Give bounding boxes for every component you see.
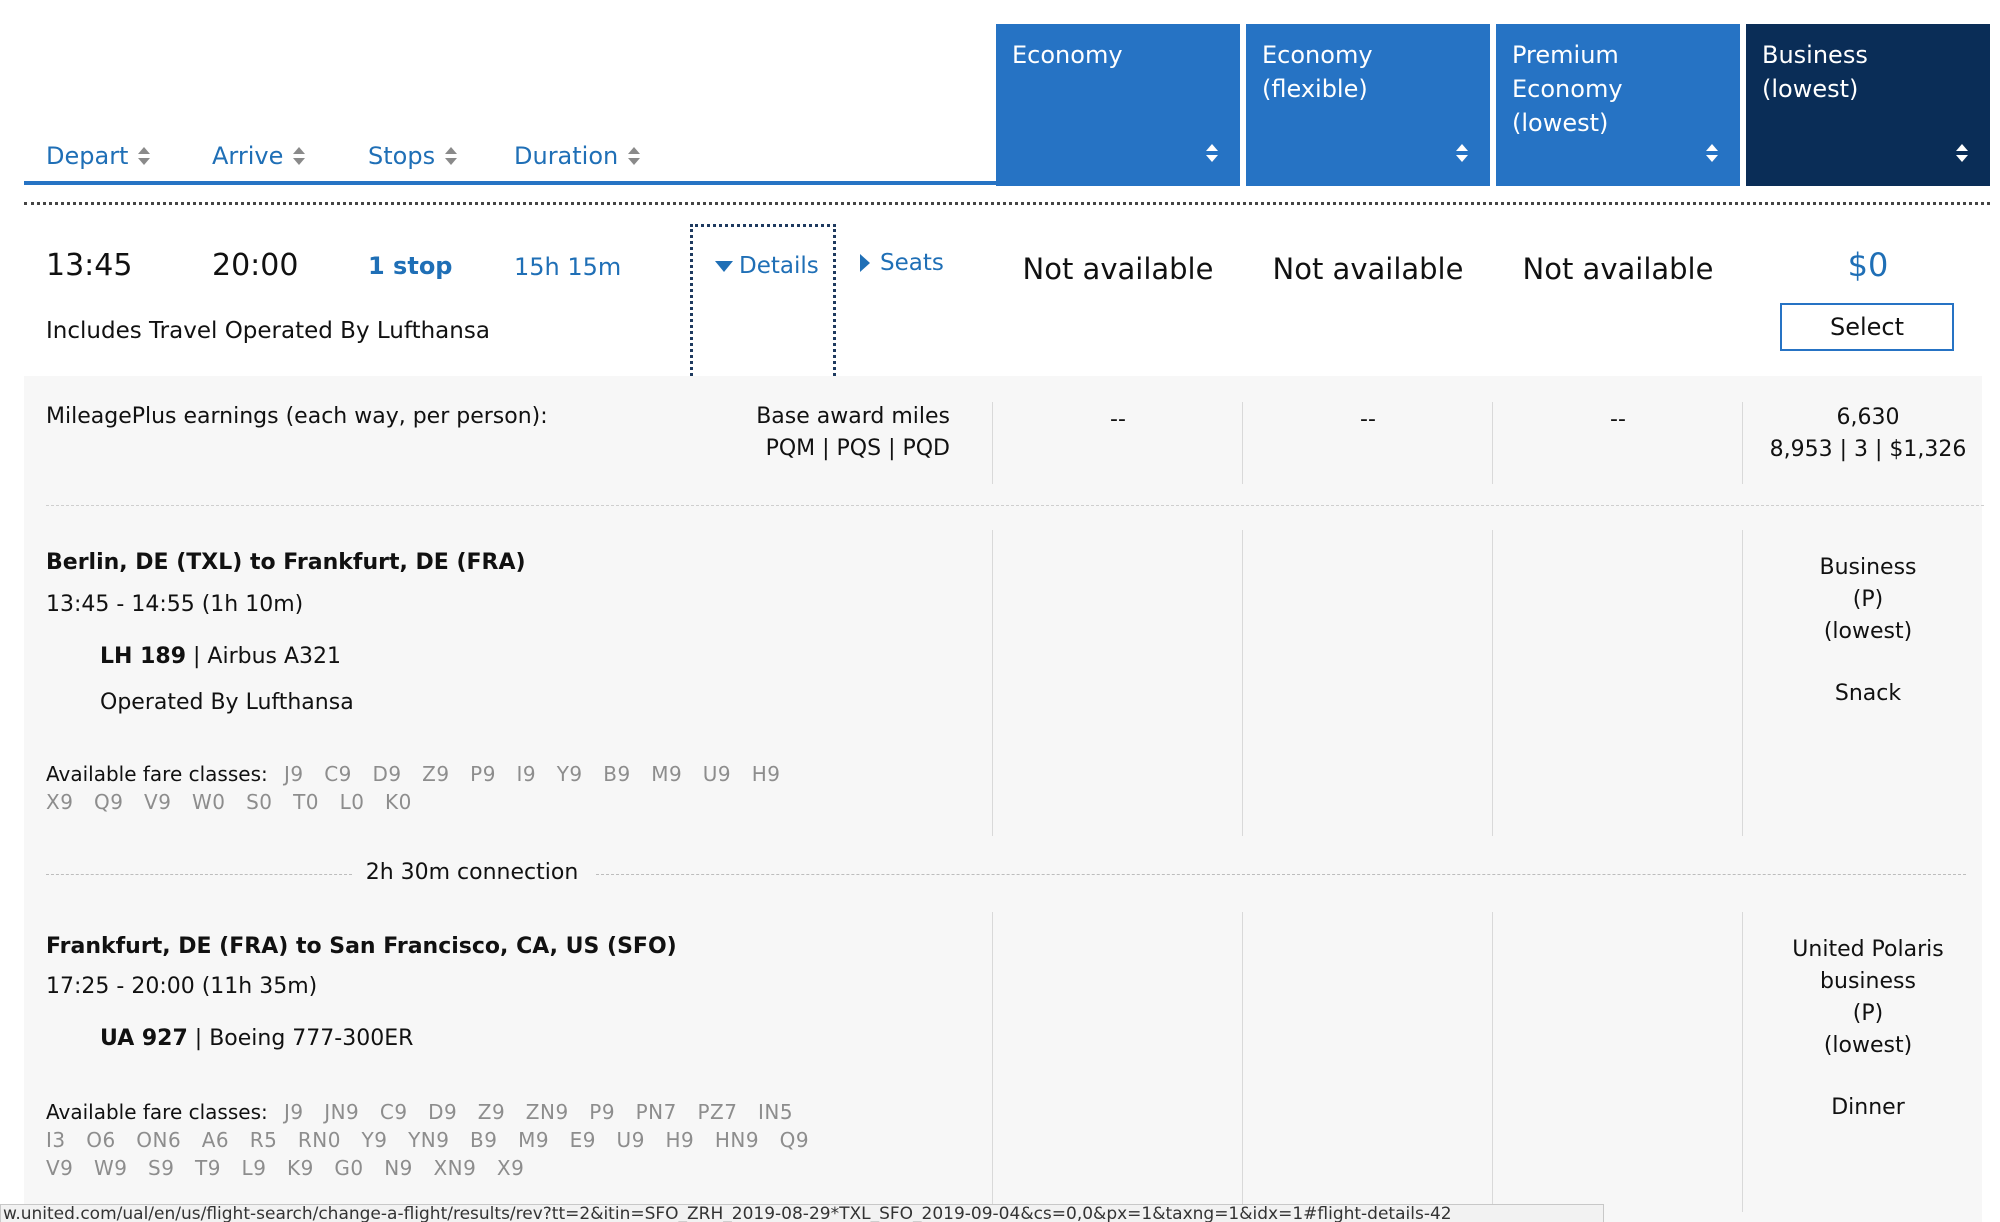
sort-arrows-icon [1706,142,1718,164]
segment1-flight: LH 189 | Airbus A321 [100,644,341,669]
fare-header-line: Economy [1262,41,1373,69]
sort-arrows-icon [1456,142,1468,164]
fare-header-line: (lowest) [1762,75,1859,103]
operated-note: Includes Travel Operated By Lufthansa [46,318,490,344]
sort-stops-label: Stops [368,142,436,170]
sort-arrows-icon [1206,142,1218,164]
earnings-economy: -- [1110,407,1126,432]
earnings-economy-flexible: -- [1360,407,1376,432]
segment1-aircraft: | Airbus A321 [193,644,342,669]
fare-header-premium-economy[interactable]: Premium Economy (lowest) [1496,24,1740,186]
segment1-route: Berlin, DE (TXL) to Frankfurt, DE (FRA) [46,550,526,575]
sort-arrows-icon [138,145,151,167]
fare-header-line: Economy [1012,41,1123,69]
earnings-label: MileagePlus earnings (each way, per pers… [46,404,548,429]
column-divider [1242,530,1243,836]
segment2-cabin-line: business [1820,969,1916,994]
select-button[interactable]: Select [1780,303,1954,351]
seats-link[interactable]: Seats [860,250,944,276]
segment2-cabin-line: (P) [1852,1001,1884,1026]
fare-economy-flexible-value: Not available [1272,252,1464,286]
seats-label: Seats [880,250,944,276]
segment2-fare-classes: I3 O6 ON6 A6 R5 RN0 Y9 YN9 B9 M9 E9 U9 H… [46,1128,810,1152]
segment1-fare-classes: X9 Q9 V9 W0 S0 T0 L0 K0 [46,790,412,814]
fare-economy-value: Not available [1022,252,1214,286]
earnings-business-pq: 8,953 | 3 | $1,326 [1769,437,1967,462]
column-divider [992,402,993,484]
earnings-premium-economy: -- [1610,407,1626,432]
sort-depart-label: Depart [46,142,129,170]
column-divider [992,530,993,836]
segment2-cabin-line: (lowest) [1823,1033,1913,1058]
segment1-meal: Snack [1834,681,1902,706]
segment2-flight: UA 927 | Boeing 777-300ER [100,1026,413,1051]
segment2-flight-number: UA 927 [100,1026,188,1051]
segment1-times: 13:45 - 14:55 (1h 10m) [46,592,304,617]
sort-arrows-icon [1956,142,1968,164]
section-divider [46,505,1984,506]
segment2-meal: Dinner [1831,1095,1905,1120]
earnings-business-miles: 6,630 [1836,405,1900,430]
header-underline [24,181,996,185]
caret-down-icon [715,260,733,272]
segment1-cabin-line: (P) [1852,587,1884,612]
sort-duration-label: Duration [514,142,619,170]
sort-arrive-label: Arrive [212,142,284,170]
base-award-label: Base award miles [756,404,950,429]
row-separator [24,202,1990,205]
sort-duration[interactable]: Duration [514,142,641,170]
segment1-fare-classes: J9 C9 D9 Z9 P9 I9 Y9 B9 M9 U9 H9 [284,762,781,786]
sort-arrows-icon [293,145,306,167]
column-divider [1742,402,1743,484]
fare-header-line: Premium [1512,41,1619,69]
details-label: Details [739,253,819,279]
column-divider [1242,912,1243,1212]
segment2-route: Frankfurt, DE (FRA) to San Francisco, CA… [46,934,677,959]
column-divider [1742,530,1743,836]
fare-header-line: Business [1762,41,1868,69]
column-divider [1492,530,1493,836]
arrive-time: 20:00 [212,248,299,283]
browser-status-bar: w.united.com/ual/en/us/flight-search/cha… [0,1204,1604,1222]
segment1-cabin-line: Business [1819,555,1917,580]
segment1-cabin-line: (lowest) [1823,619,1913,644]
connection-line [46,874,352,875]
segment2-cabin-line: United Polaris [1792,937,1944,962]
segment2-fare-classes: J9 JN9 C9 D9 Z9 ZN9 P9 PN7 PZ7 IN5 [284,1100,794,1124]
duration-value: 15h 15m [514,253,622,281]
connection-time: 2h 30m connection [365,860,579,885]
sort-arrows-icon [628,145,641,167]
fare-header-economy-flexible[interactable]: Economy (flexible) [1246,24,1490,186]
sort-depart[interactable]: Depart [46,142,151,170]
column-divider [992,912,993,1212]
pq-label: PQM | PQS | PQD [765,436,950,461]
stops-link[interactable]: 1 stop [368,252,452,280]
segment2-aircraft: | Boeing 777-300ER [194,1026,414,1051]
fare-header-business[interactable]: Business (lowest) [1746,24,1990,186]
fare-header-line: (flexible) [1262,75,1368,103]
sort-arrive[interactable]: Arrive [212,142,306,170]
fare-header-line: Economy [1512,75,1623,103]
caret-right-icon [860,254,870,272]
segment1-flight-number: LH 189 [100,644,187,669]
business-price: $0 [1847,246,1889,284]
sort-stops[interactable]: Stops [368,142,458,170]
segment1-operated: Operated By Lufthansa [100,690,354,715]
column-divider [1242,402,1243,484]
details-toggle[interactable]: Details [690,224,836,376]
column-divider [1742,912,1743,1212]
fare-header-economy[interactable]: Economy [996,24,1240,186]
connection-line [596,874,1966,875]
segment2-times: 17:25 - 20:00 (11h 35m) [46,974,318,999]
segment2-fare-label: Available fare classes: [46,1100,268,1124]
segment2-fare-classes: V9 W9 S9 T9 L9 K9 G0 N9 XN9 X9 [46,1156,525,1180]
column-divider [1492,402,1493,484]
fare-header-line: (lowest) [1512,109,1609,137]
segment1-fare-label: Available fare classes: [46,762,268,786]
depart-time: 13:45 [46,248,133,283]
fare-premium-economy-value: Not available [1522,252,1714,286]
column-divider [1492,912,1493,1212]
sort-arrows-icon [445,145,458,167]
